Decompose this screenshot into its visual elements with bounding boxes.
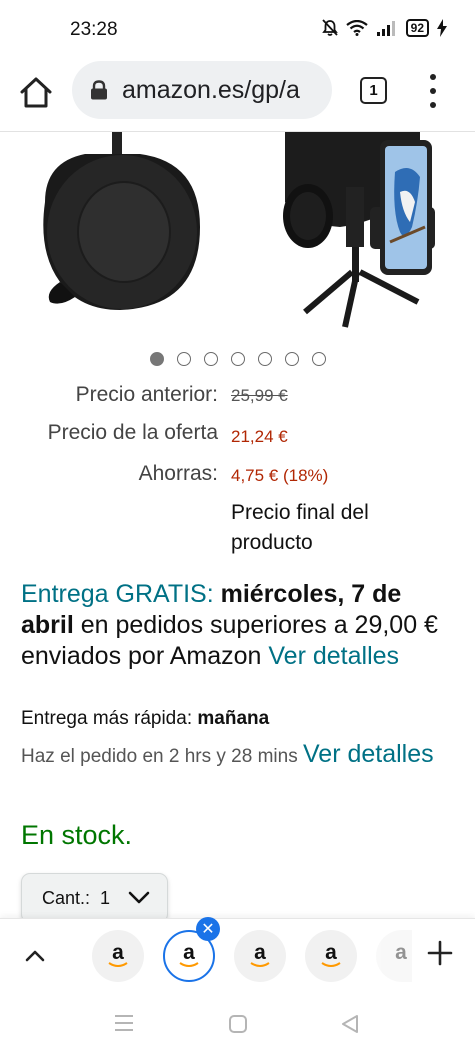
final-price-note: Precio final del producto xyxy=(231,501,369,554)
amazon-smile-icon xyxy=(321,962,341,967)
browser-toolbar: amazon.es/gp/a 1 xyxy=(0,58,475,132)
quantity-label: Cant.: xyxy=(42,887,91,908)
status-icons: 92 xyxy=(321,19,447,37)
tab-switcher-button[interactable]: 1 xyxy=(360,77,387,104)
carousel-dot[interactable] xyxy=(203,352,218,366)
amazon-smile-icon xyxy=(250,962,270,967)
quantity-select[interactable]: Cant.: 1 xyxy=(21,873,168,923)
previous-price-label: Precio anterior: xyxy=(75,383,218,406)
quantity-value: 1 xyxy=(100,887,111,908)
more-vert-icon[interactable] xyxy=(424,74,442,108)
home-square-icon[interactable] xyxy=(228,1014,248,1034)
lock-icon[interactable] xyxy=(90,80,108,100)
stock-status: En stock. xyxy=(21,820,133,850)
amazon-smile-icon xyxy=(108,962,128,967)
chevron-down-icon xyxy=(128,891,150,904)
address-bar[interactable]: amazon.es/gp/a xyxy=(72,61,332,119)
offer-price-value: 21,24 € xyxy=(231,427,288,446)
order-within: Haz el pedido en 2 hrs y 28 mins Ver det… xyxy=(21,738,451,773)
chevron-up-icon[interactable] xyxy=(22,946,48,964)
signal-icon xyxy=(376,21,395,36)
url-text[interactable]: amazon.es/gp/a xyxy=(122,76,300,105)
carousel-dot[interactable] xyxy=(284,352,299,366)
savings-label: Ahorras: xyxy=(138,462,218,485)
offer-price-label: Precio de la oferta xyxy=(47,421,218,444)
offer-price-row: Precio de la oferta 21,24 € xyxy=(0,421,475,451)
carousel-dots[interactable] xyxy=(0,352,475,366)
carousel-dot[interactable] xyxy=(230,352,245,366)
status-bar: 23:28 92 xyxy=(0,0,475,58)
close-icon[interactable]: ✕ xyxy=(196,917,220,941)
battery-icon: 92 xyxy=(405,19,429,37)
fast-details-link[interactable]: Ver detalles xyxy=(303,740,434,768)
carousel-dot[interactable] xyxy=(176,352,191,366)
fast-delivery: Entrega más rápida: mañana xyxy=(21,708,451,730)
status-time: 23:28 xyxy=(70,19,118,40)
menu-icon[interactable] xyxy=(114,1014,134,1032)
savings-row: Ahorras: 4,75 € (18%) xyxy=(0,462,475,492)
fast-delivery-value: mañana xyxy=(197,708,270,729)
back-triangle-icon[interactable] xyxy=(340,1014,360,1034)
plus-icon[interactable] xyxy=(426,939,454,967)
amazon-smile-icon xyxy=(179,962,199,967)
carousel-dot[interactable] xyxy=(311,352,326,366)
tab-thumbnail[interactable]: a xyxy=(305,930,357,982)
product-image[interactable] xyxy=(0,132,475,337)
tab-thumbnail[interactable]: a xyxy=(234,930,286,982)
amazon-tab-letter: a xyxy=(395,941,407,964)
tab-strip: a a ✕ a a a xyxy=(0,917,475,992)
previous-price-row: Precio anterior: 25,99 € xyxy=(0,383,475,413)
system-nav-bar xyxy=(0,992,475,1056)
delivery-info: Entrega GRATIS: miércoles, 7 de abril en… xyxy=(21,579,451,672)
delivery-details-link[interactable]: Ver detalles xyxy=(268,642,399,670)
free-delivery-label: Entrega GRATIS: xyxy=(21,580,214,608)
wifi-icon xyxy=(345,20,368,36)
tab-thumbnail[interactable]: a xyxy=(92,930,144,982)
home-icon[interactable] xyxy=(18,75,54,111)
carousel-dot[interactable] xyxy=(257,352,272,366)
product-image-carousel[interactable] xyxy=(0,132,475,337)
charging-icon xyxy=(437,19,447,37)
order-within-text: Haz el pedido en 2 hrs y 28 mins xyxy=(21,746,298,767)
fast-delivery-label: Entrega más rápida: xyxy=(21,708,193,729)
tab-thumbnail[interactable]: a xyxy=(376,930,412,982)
previous-price-value: 25,99 € xyxy=(231,386,288,405)
bell-mute-icon xyxy=(321,19,338,36)
carousel-dot[interactable] xyxy=(149,352,164,366)
savings-value: 4,75 € (18%) xyxy=(231,466,329,485)
